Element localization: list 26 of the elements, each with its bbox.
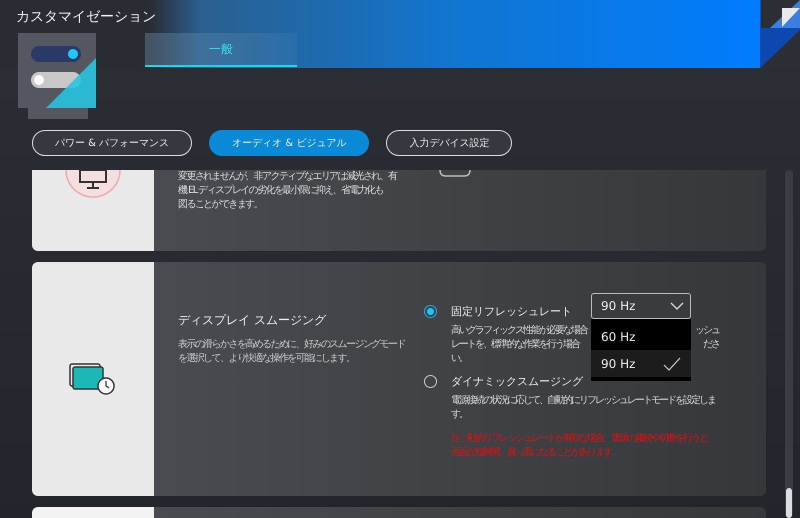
description-text: ださ (703, 338, 719, 352)
description-line: 図ることができます。 (178, 198, 264, 212)
option-description: 電源接続の状況に応じて、自動的にリフレッシュレートモードを設定します。 (451, 394, 716, 422)
setting-title: ディスプレイ スムージング (178, 312, 328, 329)
description-text: 高いグラフィックス性能が必要な場合 (451, 324, 587, 338)
description-line: 機 EL ディスプレイの劣化を最小限に抑え、省電力化も (178, 184, 384, 198)
setting-description: 表示の滑らかさを高めるために、好みのスムージングモードを選択して、より快適な操作を可能にします。 (178, 338, 406, 366)
check-icon (663, 356, 681, 370)
description-text: ッシュ (695, 324, 719, 338)
option-label: 固定リフレッシュレート (451, 304, 572, 318)
chevron-down-icon (670, 302, 684, 310)
radio-button[interactable] (424, 374, 437, 388)
description-text: レートを、標準的な作業を行う場合 (451, 338, 579, 352)
category-tab[interactable]: 入力デバイス設定 (386, 130, 512, 156)
option-label: ダイナミックスムージング (451, 374, 583, 388)
dropdown-option[interactable]: 90 Hz (591, 350, 691, 377)
description-line: 変更されませんが、非アクティブなエリアは減光され、有 (178, 170, 398, 184)
scrollbar[interactable] (785, 170, 793, 518)
dropdown-option[interactable]: 60 Hz (591, 323, 691, 350)
description-text: い。 (451, 352, 467, 366)
corner-fold-drawing (760, 0, 800, 68)
window-title: カスタマイゼーション (16, 8, 156, 26)
radio-button[interactable] (424, 304, 437, 318)
warning-note: 注：動的リフレッシュレートが有効な場合、電源の接続や切断を行うと、画面が短時間、真っ黒になることがあります。 (451, 432, 716, 460)
category-tab[interactable]: パワー & パフォーマンス (32, 130, 192, 156)
refresh-rate-dropdown[interactable]: 90 Hz (591, 293, 691, 319)
